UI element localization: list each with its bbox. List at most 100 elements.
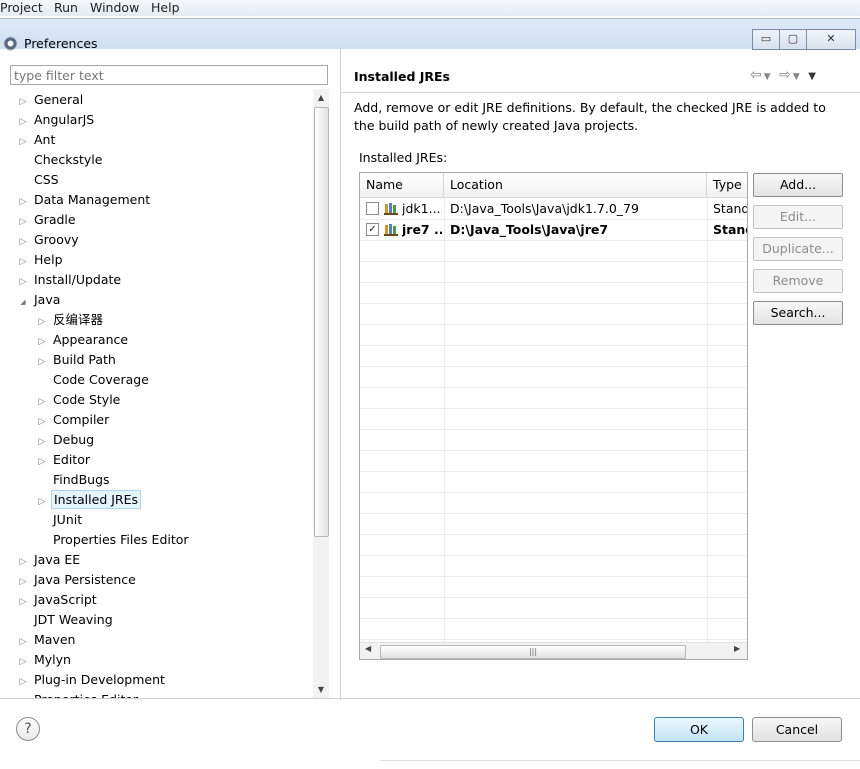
remove-button[interactable]: Remove xyxy=(753,269,843,293)
edit-button[interactable]: Edit... xyxy=(753,205,843,229)
tree-item[interactable]: ▷ Gradle xyxy=(18,210,78,230)
scroll-thumb[interactable] xyxy=(314,107,329,537)
view-menu-icon[interactable]: ▼ xyxy=(808,71,818,82)
empty-row xyxy=(360,471,747,493)
window-title: Preferences xyxy=(24,36,98,51)
expand-arrow-icon[interactable]: ▷ xyxy=(18,212,28,232)
expand-arrow-icon[interactable]: ▷ xyxy=(37,452,47,472)
expand-arrow-icon[interactable]: ▷ xyxy=(18,552,28,572)
search-button[interactable]: Search... xyxy=(753,301,843,325)
tree-item[interactable]: ▷ Debug xyxy=(37,430,96,450)
help-icon[interactable]: ? xyxy=(16,717,40,741)
add-button[interactable]: Add... xyxy=(753,173,843,197)
tree-scrollbar[interactable]: ▲ ▼ xyxy=(313,89,329,699)
empty-row xyxy=(360,324,747,346)
table-hscrollbar[interactable]: ◀ ||| ▶ xyxy=(360,642,747,659)
tree-item[interactable]: ▷ General xyxy=(18,90,85,110)
tree-item[interactable]: ◢ Java xyxy=(18,290,62,310)
empty-row xyxy=(360,597,747,619)
expand-arrow-icon[interactable]: ▷ xyxy=(18,192,28,212)
expand-arrow-icon[interactable]: ▷ xyxy=(37,392,47,412)
scroll-down-arrow-icon[interactable]: ▼ xyxy=(313,683,329,697)
tree-item[interactable]: Code Coverage xyxy=(37,370,151,390)
tree-item[interactable]: ▷ Groovy xyxy=(18,230,81,250)
collapse-arrow-icon[interactable]: ◢ xyxy=(18,292,28,312)
tree-item[interactable]: ▷ Plug-in Development xyxy=(18,670,167,690)
column-name[interactable]: Name xyxy=(360,173,444,197)
tree-item[interactable]: ▷ JavaScript xyxy=(18,590,99,610)
tree-item[interactable]: ▷ Java EE xyxy=(18,550,82,570)
expand-arrow-icon[interactable]: ▷ xyxy=(18,112,28,132)
tree-item-label: Compiler xyxy=(53,412,110,427)
filter-input[interactable] xyxy=(10,65,328,85)
menu-window[interactable]: Window xyxy=(90,0,139,15)
expand-arrow-icon[interactable]: ▷ xyxy=(18,132,28,152)
tree-item[interactable]: ▷ Build Path xyxy=(37,350,118,370)
title-bar: Preferences ▭ ▢ ✕ xyxy=(0,19,860,51)
scroll-left-arrow-icon[interactable]: ◀ xyxy=(365,644,371,653)
expand-arrow-icon[interactable]: ▷ xyxy=(18,572,28,592)
jre-checkbox[interactable] xyxy=(366,202,379,215)
tree-item-label: Groovy xyxy=(34,232,79,247)
tree-item[interactable]: ▷ Compiler xyxy=(37,410,111,430)
tree-item[interactable]: ▷Properties Editor xyxy=(18,690,140,698)
maximize-button[interactable]: ▢ xyxy=(779,29,807,50)
expand-arrow-icon[interactable]: ▷ xyxy=(37,432,47,452)
expand-arrow-icon[interactable]: ▷ xyxy=(18,672,28,692)
expand-arrow-icon[interactable]: ▷ xyxy=(18,232,28,252)
menu-project[interactable]: Project xyxy=(0,0,43,15)
pane-splitter[interactable] xyxy=(340,48,341,700)
expand-arrow-icon[interactable]: ▷ xyxy=(37,312,47,332)
expand-arrow-icon[interactable]: ▷ xyxy=(18,592,28,612)
expand-arrow-icon[interactable]: ▷ xyxy=(18,652,28,672)
scroll-right-arrow-icon[interactable]: ▶ xyxy=(734,644,740,653)
tree-item[interactable]: ▷ Editor xyxy=(37,450,92,470)
ok-button[interactable]: OK xyxy=(654,717,744,742)
tree-item[interactable]: ▷ Data Management xyxy=(18,190,152,210)
back-menu-chevron-icon[interactable]: ▼ xyxy=(764,72,773,82)
cancel-button[interactable]: Cancel xyxy=(752,717,842,742)
expand-arrow-icon[interactable]: ▷ xyxy=(18,272,28,292)
tree-item[interactable]: ▷ 反编译器 xyxy=(37,310,105,330)
back-arrow-icon[interactable]: ⇦ xyxy=(750,67,764,83)
expand-arrow-icon[interactable]: ▷ xyxy=(18,632,28,652)
tree-item[interactable]: ▷ Help xyxy=(18,250,65,270)
tree-item[interactable]: Checkstyle xyxy=(18,150,104,170)
minimize-button[interactable]: ▭ xyxy=(752,29,780,50)
column-location[interactable]: Location xyxy=(444,173,707,197)
tree-item[interactable]: ▷ Installed JREs xyxy=(37,490,142,512)
menu-help[interactable]: Help xyxy=(151,0,180,15)
tree-item[interactable]: JUnit xyxy=(37,510,84,530)
expand-arrow-icon[interactable]: ▷ xyxy=(37,332,47,352)
scroll-up-arrow-icon[interactable]: ▲ xyxy=(313,91,329,105)
close-button[interactable]: ✕ xyxy=(806,29,856,50)
tree-item[interactable]: FindBugs xyxy=(37,470,112,490)
tree-item-label: JDT Weaving xyxy=(34,612,113,627)
forward-arrow-icon[interactable]: ⇨ xyxy=(779,67,793,83)
tree-item[interactable]: ▷ Ant xyxy=(18,130,57,150)
table-row[interactable]: jdk1.... D:\Java_Tools\Java\jdk1.7.0_79 St… xyxy=(360,198,747,220)
column-type[interactable]: Type xyxy=(707,173,747,197)
tree-item[interactable]: ▷ Maven xyxy=(18,630,77,650)
duplicate-button[interactable]: Duplicate... xyxy=(753,237,843,261)
tree-item[interactable]: ▷ Java Persistence xyxy=(18,570,138,590)
expand-arrow-icon[interactable]: ▷ xyxy=(37,412,47,432)
hscroll-thumb[interactable]: ||| xyxy=(380,645,686,659)
jre-checkbox[interactable]: ✓ xyxy=(366,223,379,236)
expand-arrow-icon[interactable]: ▷ xyxy=(18,252,28,272)
tree-item[interactable]: ▷ AngularJS xyxy=(18,110,96,130)
tree-item[interactable]: Properties Files Editor xyxy=(37,530,191,550)
forward-menu-chevron-icon[interactable]: ▼ xyxy=(793,72,802,82)
tree-item[interactable]: ▷ Install/Update xyxy=(18,270,123,290)
table-row[interactable]: ✓ jre7 ... D:\Java_Tools\Java\jre7 Stand xyxy=(360,219,747,241)
tree-item[interactable]: ▷ Code Style xyxy=(37,390,122,410)
tree-item[interactable]: JDT Weaving xyxy=(18,610,115,630)
menu-run[interactable]: Run xyxy=(54,0,78,15)
expand-arrow-icon[interactable]: ▷ xyxy=(37,492,47,512)
tree-item[interactable]: ▷ Appearance xyxy=(37,330,130,350)
tree-item[interactable]: CSS xyxy=(18,170,61,190)
expand-arrow-icon[interactable]: ▷ xyxy=(37,352,47,372)
tree-item[interactable]: ▷ Mylyn xyxy=(18,650,73,670)
expand-arrow-icon[interactable]: ▷ xyxy=(18,92,28,112)
empty-row xyxy=(360,534,747,556)
